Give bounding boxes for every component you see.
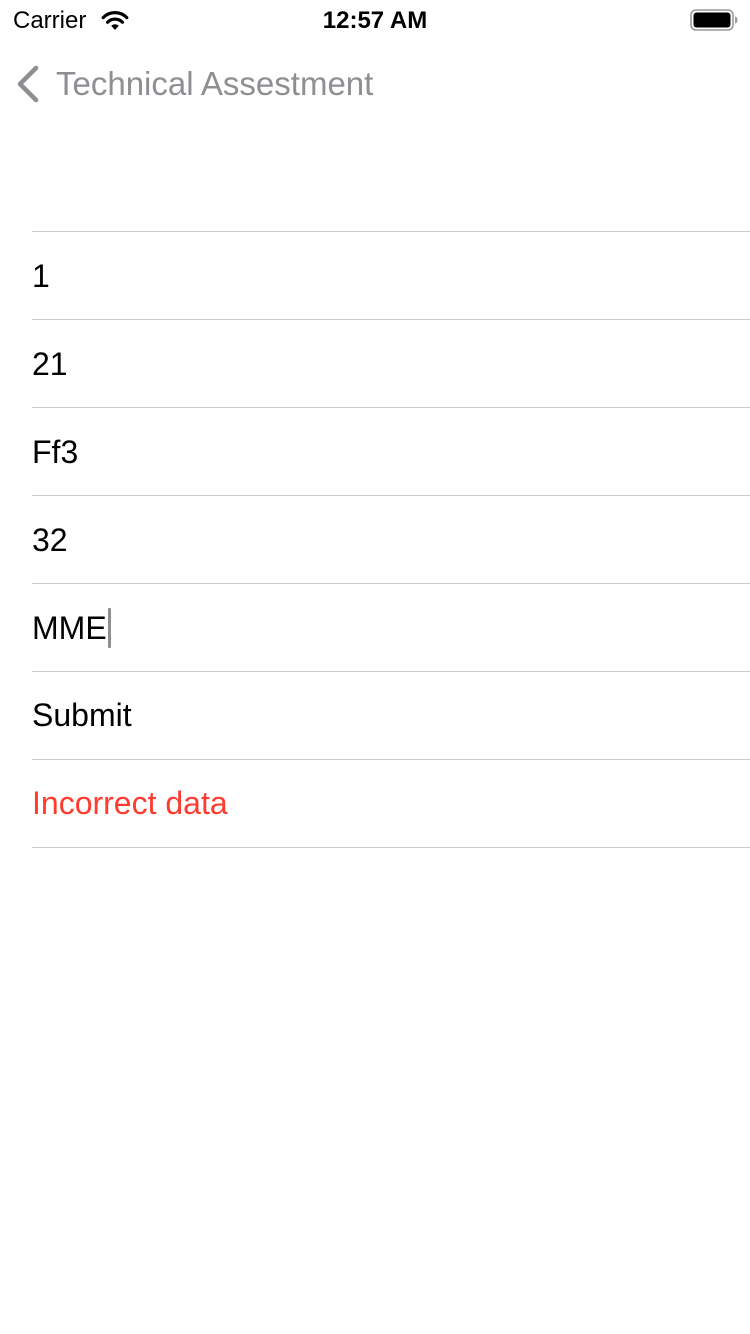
form-row	[32, 320, 750, 408]
text-field-4[interactable]	[32, 519, 732, 560]
form-row: Incorrect data	[32, 760, 750, 848]
clock: 12:57 AM	[322, 7, 428, 34]
form-row	[32, 408, 750, 496]
submit-button[interactable]: Submit	[32, 697, 132, 734]
text-field-5[interactable]: MME	[32, 607, 111, 648]
error-message: Incorrect data	[32, 785, 228, 821]
form-row	[32, 496, 750, 584]
back-label: Technical Assestment	[56, 65, 374, 102]
text-field-2[interactable]	[32, 343, 732, 384]
text-field-1[interactable]	[32, 255, 732, 296]
back-button[interactable]: Technical Assestment	[14, 60, 373, 108]
form-row: MME	[32, 584, 750, 672]
navigation-bar: Technical Assestment	[0, 40, 750, 128]
form-list: MME Submit Incorrect data	[32, 231, 750, 848]
battery-icon	[690, 9, 738, 31]
text-field-3[interactable]	[32, 431, 732, 472]
status-bar: Carrier 12:57 AM	[0, 0, 750, 40]
form-row	[32, 232, 750, 320]
text-field-5-value: MME	[32, 609, 107, 646]
chevron-left-icon	[17, 65, 39, 103]
form-row: Submit	[32, 672, 750, 760]
text-cursor	[107, 607, 111, 648]
